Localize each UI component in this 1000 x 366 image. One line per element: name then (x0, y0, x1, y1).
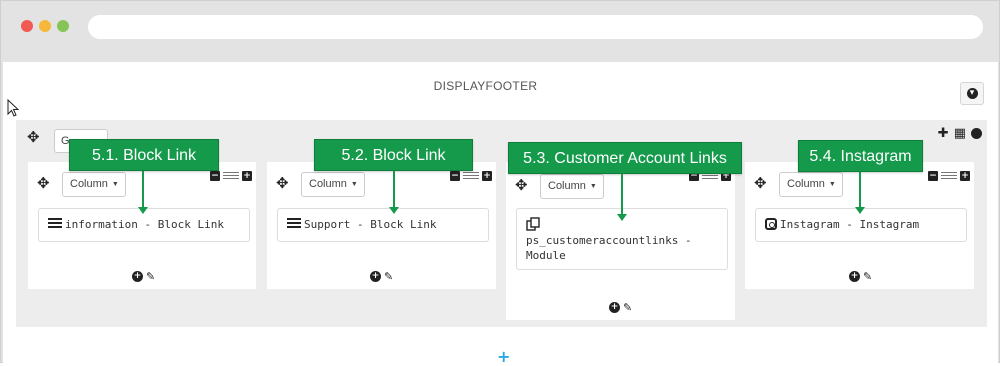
callout-arrow (617, 174, 627, 221)
minimize-window-button[interactable] (39, 20, 51, 32)
pencil-icon[interactable]: ✎ (623, 302, 632, 313)
move-icon[interactable]: ✥ (515, 178, 528, 193)
column-button[interactable]: Column ▼ (301, 172, 365, 197)
plus-square-icon[interactable]: + (242, 171, 252, 181)
column-toolbar: − + (928, 171, 970, 181)
minus-square-icon[interactable]: − (450, 171, 460, 181)
minus-square-icon[interactable]: − (928, 171, 938, 181)
plus-circle-icon[interactable]: + (370, 271, 381, 282)
column-2: ✥ Column ▼ − + Support - Block Link + ✎ (267, 162, 496, 289)
module-actions: + ✎ (609, 302, 632, 313)
caret-down-icon: ▼ (111, 181, 119, 188)
plus-square-icon[interactable]: + (482, 171, 492, 181)
move-icon[interactable]: ✥ (27, 130, 40, 145)
caret-down-icon: ▼ (350, 181, 358, 188)
pencil-icon[interactable]: ✎ (146, 271, 155, 282)
move-icon[interactable]: ✥ (37, 176, 50, 191)
callout-block-link-2: 5.2. Block Link (314, 139, 473, 171)
column-button[interactable]: Column ▼ (62, 172, 126, 197)
list-icon (287, 218, 301, 229)
hook-toggle-button[interactable]: ▾ (960, 82, 984, 105)
move-icon[interactable]: ✥ (754, 176, 767, 191)
module-block[interactable]: Support - Block Link (277, 208, 489, 242)
module-actions: + ✎ (849, 271, 872, 282)
module-label: Support - Block Link (304, 218, 437, 231)
caret-down-icon: ▼ (589, 183, 597, 190)
mouse-cursor-icon (7, 99, 19, 117)
plus-square-icon[interactable]: + (960, 171, 970, 181)
pencil-icon[interactable]: ✎ (863, 271, 872, 282)
close-window-button[interactable] (21, 20, 33, 32)
add-row-plus-icon[interactable]: + (497, 347, 510, 366)
move-icon[interactable]: ✥ (276, 176, 289, 191)
callout-arrow (138, 171, 148, 214)
callout-customer-account-links: 5.3. Customer Account Links (508, 142, 742, 174)
instagram-icon (765, 218, 777, 230)
column-button-label: Column (548, 180, 586, 192)
minus-square-icon[interactable]: − (210, 171, 220, 181)
column-button-label: Column (787, 178, 825, 190)
callout-arrow (389, 171, 399, 214)
plus-circle-icon[interactable]: + (132, 271, 143, 282)
callout-arrow (855, 172, 865, 214)
callout-instagram: 5.4. Instagram (798, 140, 923, 172)
address-bar[interactable] (88, 15, 983, 39)
columns-icon[interactable] (941, 171, 957, 181)
row-toolbar: ✚ ▦ ▾ (938, 127, 982, 141)
column-button[interactable]: Column ▼ (540, 174, 604, 199)
module-label: Instagram - Instagram (780, 218, 920, 231)
collapse-circle-icon[interactable]: ▾ (971, 128, 982, 141)
module-actions: + ✎ (370, 271, 393, 282)
column-button[interactable]: Column ▼ (779, 172, 843, 197)
chevron-down-circle-icon: ▾ (966, 88, 978, 99)
hook-title: DISPLAYFOOTER (433, 79, 538, 93)
pencil-icon[interactable]: ✎ (384, 271, 393, 282)
column-toolbar: − + (210, 171, 252, 181)
column-toolbar: − + (450, 171, 492, 181)
plus-circle-icon[interactable]: + (609, 302, 620, 313)
callout-block-link-1: 5.1. Block Link (69, 139, 219, 171)
grid-icon[interactable]: ▦ (954, 127, 966, 140)
maximize-window-button[interactable] (57, 20, 69, 32)
module-label: ps_customeraccountlinks - Module (526, 234, 692, 262)
module-label: information - Block Link (65, 218, 224, 231)
list-icon (48, 218, 62, 229)
column-button-label: Column (309, 178, 347, 190)
page-viewport: DISPLAYFOOTER ▾ ✥ G ✚ ▦ ▾ ✥ Column▼ − + (3, 61, 998, 366)
plus-circle-icon[interactable]: + (849, 271, 860, 282)
column-button-label: Column (70, 178, 108, 190)
caret-down-icon: ▼ (828, 181, 836, 188)
module-actions: + ✎ (132, 271, 155, 282)
columns-icon[interactable] (463, 171, 479, 181)
copy-icon (526, 217, 540, 231)
columns-icon[interactable] (223, 171, 239, 181)
browser-window: DISPLAYFOOTER ▾ ✥ G ✚ ▦ ▾ ✥ Column▼ − + (0, 0, 1000, 366)
add-plus-icon[interactable]: ✚ (938, 127, 949, 140)
